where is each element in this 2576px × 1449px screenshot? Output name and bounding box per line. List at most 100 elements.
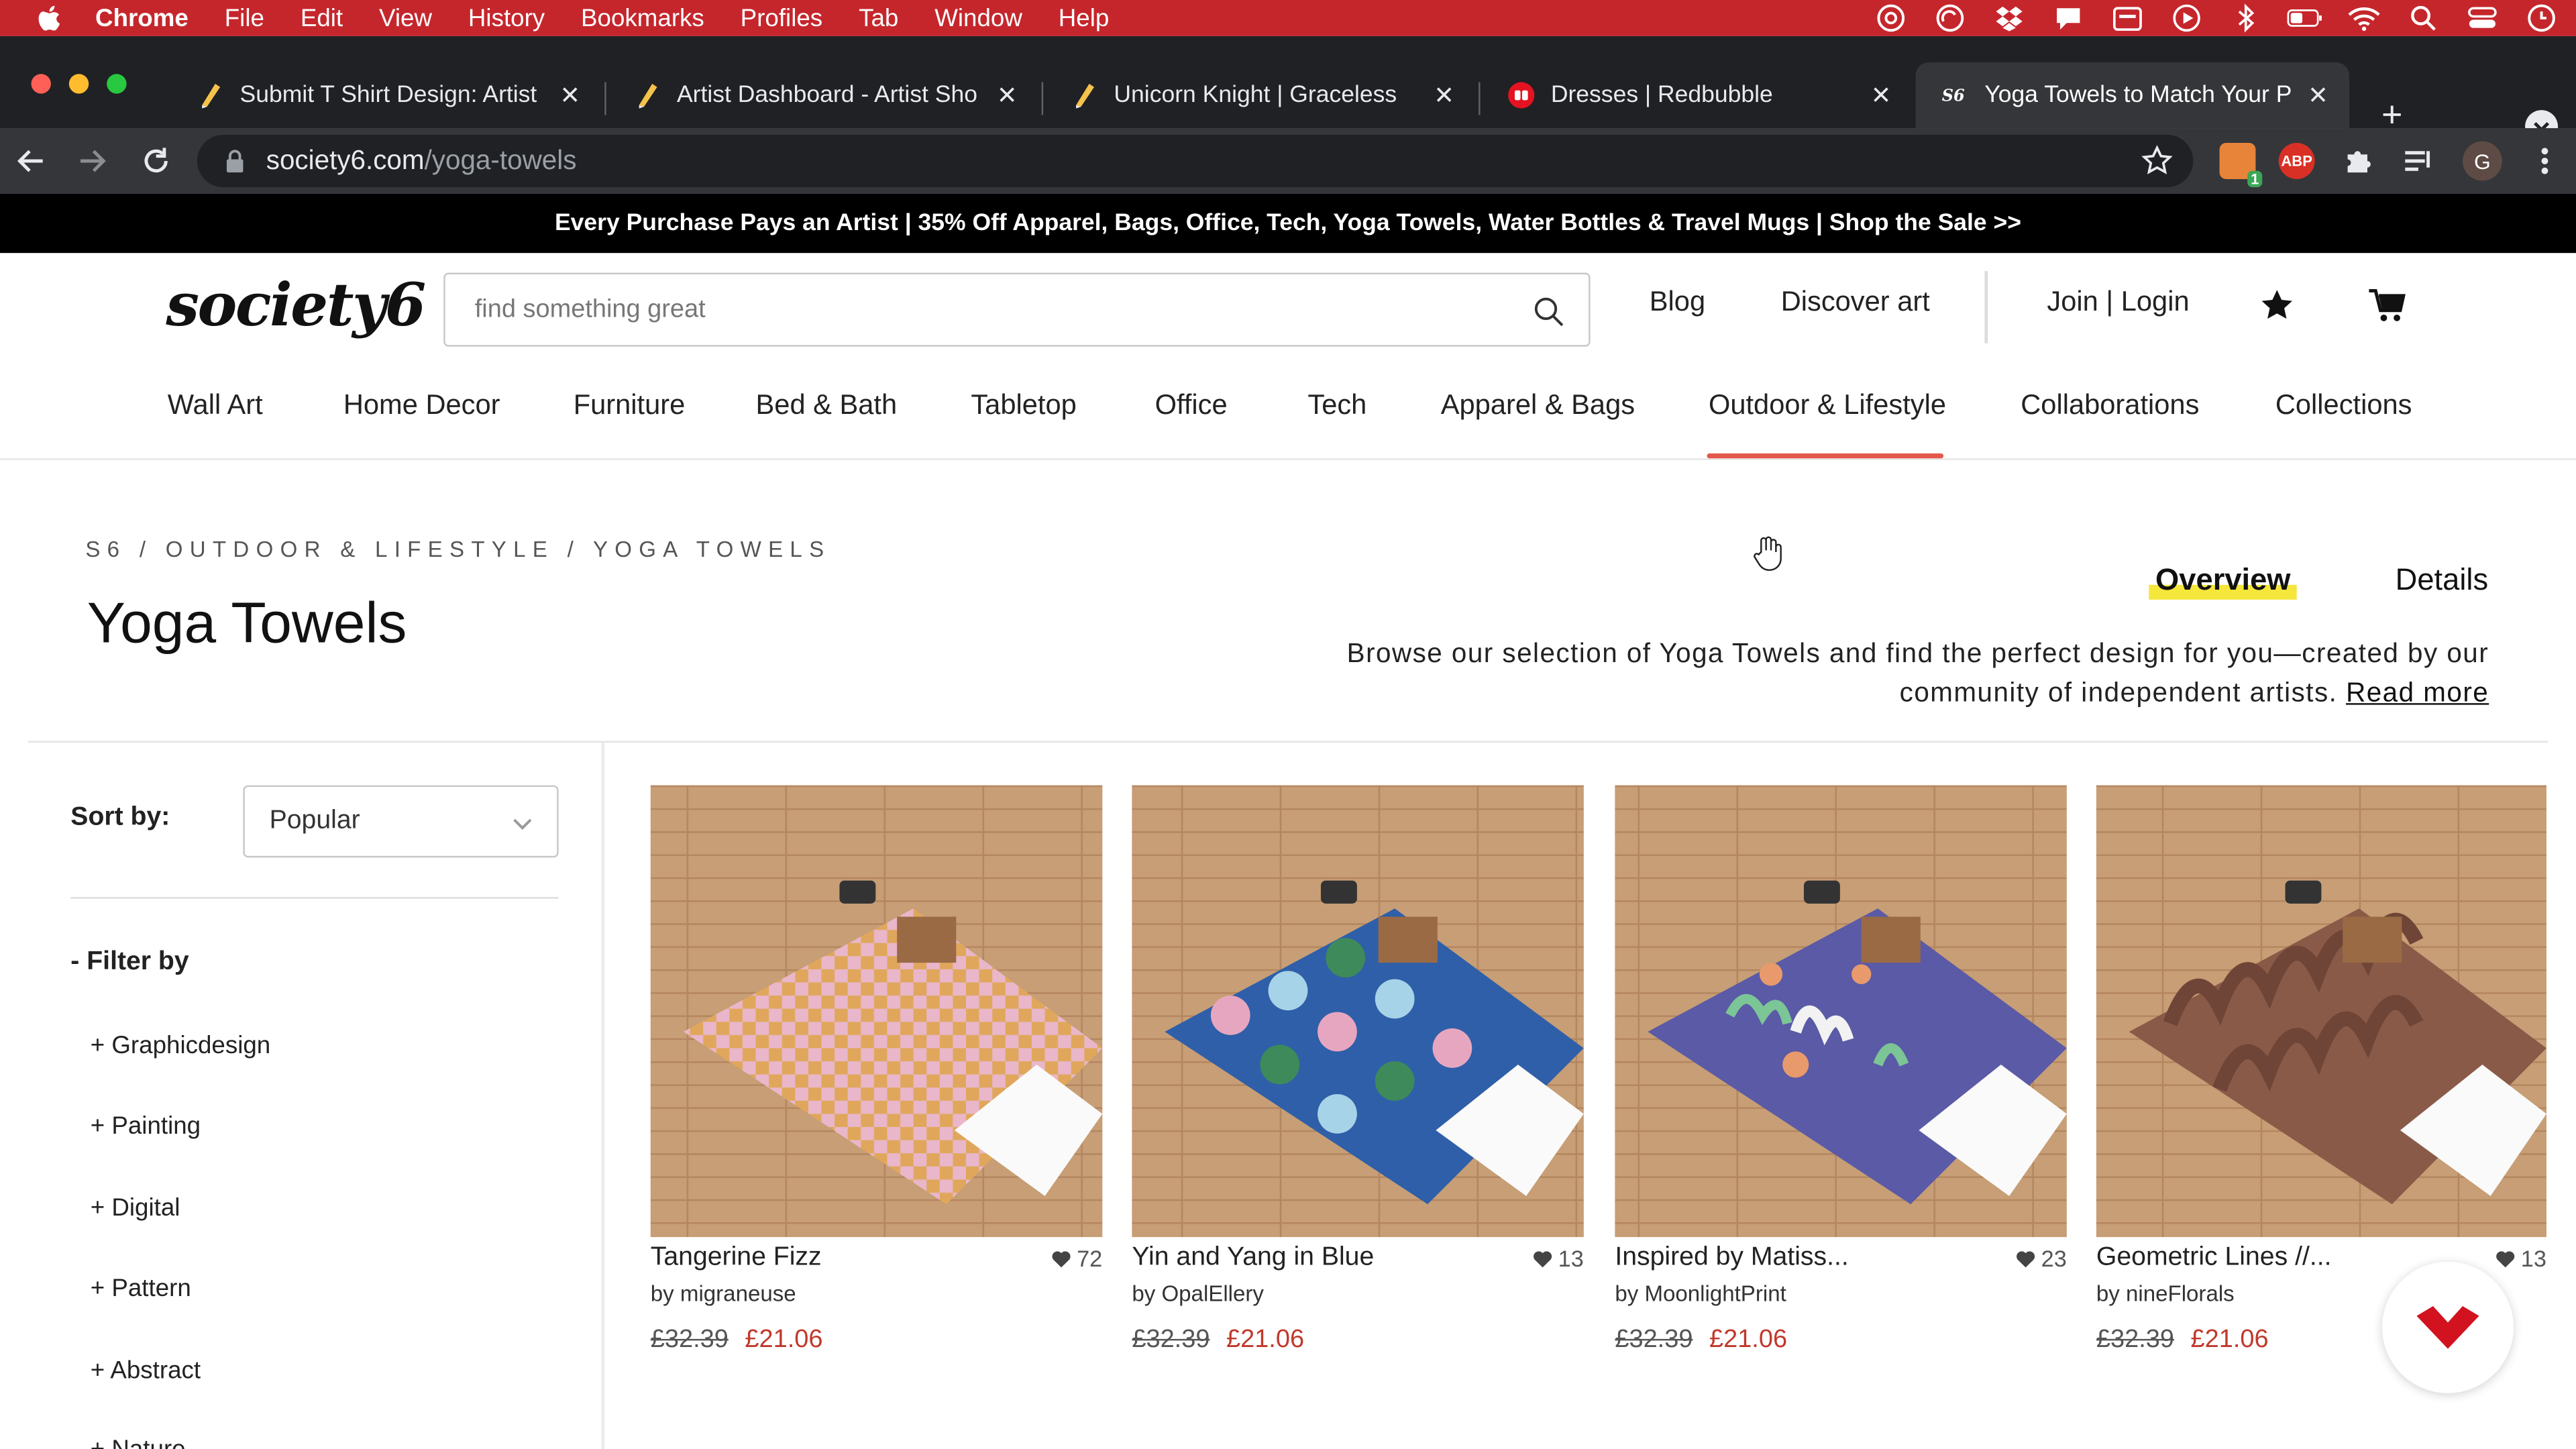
browser-tab-5-active[interactable]: S6 Yoga Towels to Match Your P ✕	[1915, 62, 2350, 129]
window-minimize-button[interactable]	[68, 74, 89, 94]
artist-name[interactable]: by MoonlightPrint	[1615, 1281, 1786, 1306]
nav-outdoor-lifestyle[interactable]: Outdoor & Lifestyle	[1709, 389, 1946, 422]
nav-collaborations[interactable]: Collaborations	[2021, 389, 2199, 422]
filter-digital[interactable]: + Digital	[91, 1194, 180, 1222]
sync-icon[interactable]	[1932, 3, 1968, 33]
nav-tabletop[interactable]: Tabletop	[971, 389, 1076, 422]
forward-arrow-icon[interactable]	[72, 142, 112, 181]
filter-nature[interactable]: + Nature	[91, 1436, 186, 1449]
filter-painting[interactable]: + Painting	[91, 1112, 201, 1140]
apple-icon[interactable]	[33, 3, 62, 33]
bluetooth-icon[interactable]	[2228, 3, 2264, 33]
artist-name[interactable]: by OpalEllery	[1132, 1281, 1264, 1306]
product-image[interactable]	[2096, 785, 2546, 1238]
promo-banner[interactable]: Every Purchase Pays an Artist | 35% Off …	[0, 193, 2576, 254]
tab-overview[interactable]: Overview	[2149, 562, 2298, 600]
product-image[interactable]	[1615, 785, 2067, 1238]
artist-name[interactable]: by nineFlorals	[2096, 1281, 2235, 1306]
address-bar[interactable]: society6.com/yoga-towels	[197, 134, 2194, 188]
tab-counter-icon[interactable]: 1	[2219, 143, 2263, 188]
creative-cloud-icon[interactable]	[1873, 3, 1909, 33]
browser-tab-1[interactable]: Submit T Shirt Design: Artist ✕	[171, 62, 602, 128]
filter-graphicdesign[interactable]: + Graphicdesign	[91, 1032, 271, 1060]
society6-logo[interactable]: society6	[166, 271, 426, 340]
reading-list-icon[interactable]	[2400, 143, 2436, 179]
product-name[interactable]: Geometric Lines //...	[2096, 1244, 2332, 1273]
search-icon[interactable]	[1533, 296, 1566, 329]
menu-help[interactable]: Help	[1059, 4, 1110, 32]
notification-icon[interactable]	[2050, 3, 2086, 33]
discover-art-link[interactable]: Discover art	[1781, 286, 1930, 319]
help-chat-button[interactable]	[2382, 1261, 2514, 1393]
sort-select[interactable]: Popular	[243, 785, 559, 858]
menu-file[interactable]: File	[225, 4, 264, 32]
calendar-icon[interactable]	[2109, 3, 2145, 33]
bookmark-star-icon[interactable]	[2141, 145, 2174, 178]
filter-abstract[interactable]: + Abstract	[91, 1357, 201, 1385]
menu-profiles[interactable]: Profiles	[741, 4, 823, 32]
likes-count[interactable]: 13	[2496, 1245, 2546, 1272]
dropbox-icon[interactable]	[1991, 3, 2027, 33]
browser-tab-4[interactable]: Dresses | Redbubble ✕	[1482, 62, 1913, 128]
cart-icon[interactable]	[2367, 286, 2407, 325]
window-close-button[interactable]	[31, 74, 51, 94]
nav-furniture[interactable]: Furniture	[574, 389, 686, 422]
browser-tab-3[interactable]: Unicorn Knight | Graceless ✕	[1045, 62, 1476, 128]
profile-avatar[interactable]: G	[2463, 141, 2502, 181]
browser-tab-2[interactable]: Artist Dashboard - Artist Sho ✕	[608, 62, 1038, 128]
close-tab-icon[interactable]: ✕	[2303, 80, 2332, 110]
nav-collections[interactable]: Collections	[2275, 389, 2412, 422]
star-icon[interactable]	[2257, 286, 2297, 325]
menu-tab[interactable]: Tab	[859, 4, 898, 32]
battery-icon[interactable]	[2287, 3, 2323, 33]
back-arrow-icon[interactable]	[11, 142, 51, 181]
menu-edit[interactable]: Edit	[301, 4, 343, 32]
filter-by-toggle[interactable]: - Filter by	[70, 948, 189, 977]
menu-bookmarks[interactable]: Bookmarks	[581, 4, 704, 32]
product-card[interactable]: Yin and Yang in Blue 13 by OpalEllery £3…	[1132, 785, 1584, 1354]
menu-window[interactable]: Window	[934, 4, 1022, 32]
menu-view[interactable]: View	[379, 4, 432, 32]
adblock-icon[interactable]: ABP	[2278, 143, 2315, 179]
likes-count[interactable]: 13	[1534, 1245, 1584, 1272]
likes-count[interactable]: 72	[1052, 1245, 1102, 1272]
menu-history[interactable]: History	[468, 4, 545, 32]
search-input[interactable]	[474, 294, 1461, 325]
artist-name[interactable]: by migraneuse	[651, 1281, 796, 1306]
close-tab-icon[interactable]: ✕	[555, 80, 585, 110]
extensions-icon[interactable]	[2339, 143, 2375, 179]
breadcrumb[interactable]: S6 / OUTDOOR & LIFESTYLE / YOGA TOWELS	[85, 537, 830, 562]
product-image[interactable]	[1132, 785, 1584, 1238]
wifi-icon[interactable]	[2346, 3, 2382, 33]
menu-app-name[interactable]: Chrome	[95, 4, 189, 32]
product-image[interactable]	[650, 785, 1103, 1238]
nav-apparel-bags[interactable]: Apparel & Bags	[1441, 389, 1635, 422]
likes-count[interactable]: 23	[2017, 1245, 2067, 1272]
kebab-menu-icon[interactable]	[2527, 143, 2563, 179]
product-name[interactable]: Tangerine Fizz	[651, 1244, 822, 1273]
nav-wall-art[interactable]: Wall Art	[168, 389, 263, 422]
nav-tech[interactable]: Tech	[1307, 389, 1366, 422]
product-name[interactable]: Yin and Yang in Blue	[1132, 1244, 1374, 1273]
join-login-link[interactable]: Join | Login	[2047, 286, 2189, 319]
nav-home-decor[interactable]: Home Decor	[343, 389, 500, 422]
window-zoom-button[interactable]	[107, 74, 127, 94]
close-tab-icon[interactable]: ✕	[1430, 80, 1459, 110]
nav-bed-bath[interactable]: Bed & Bath	[756, 389, 898, 422]
product-card[interactable]: Inspired by Matiss... 23 by MoonlightPri…	[1615, 785, 2067, 1354]
tab-details[interactable]: Details	[2396, 562, 2489, 598]
blog-link[interactable]: Blog	[1650, 286, 1705, 319]
control-center-icon[interactable]	[2464, 3, 2500, 33]
spotlight-icon[interactable]	[2405, 3, 2441, 33]
product-card[interactable]: Geometric Lines //... 13 by nineFlorals …	[2096, 785, 2546, 1354]
close-tab-icon[interactable]: ✕	[992, 80, 1022, 110]
reload-icon[interactable]	[136, 142, 176, 181]
play-icon[interactable]	[2169, 3, 2205, 33]
read-more-link[interactable]: Read more	[2346, 678, 2489, 708]
product-card[interactable]: Tangerine Fizz 72 by migraneuse £32.39 £2…	[650, 785, 1103, 1354]
siri-icon[interactable]	[2524, 3, 2560, 33]
product-name[interactable]: Inspired by Matiss...	[1615, 1244, 1848, 1273]
nav-office[interactable]: Office	[1155, 389, 1228, 422]
filter-pattern[interactable]: + Pattern	[91, 1275, 191, 1303]
close-tab-icon[interactable]: ✕	[1866, 80, 1896, 110]
